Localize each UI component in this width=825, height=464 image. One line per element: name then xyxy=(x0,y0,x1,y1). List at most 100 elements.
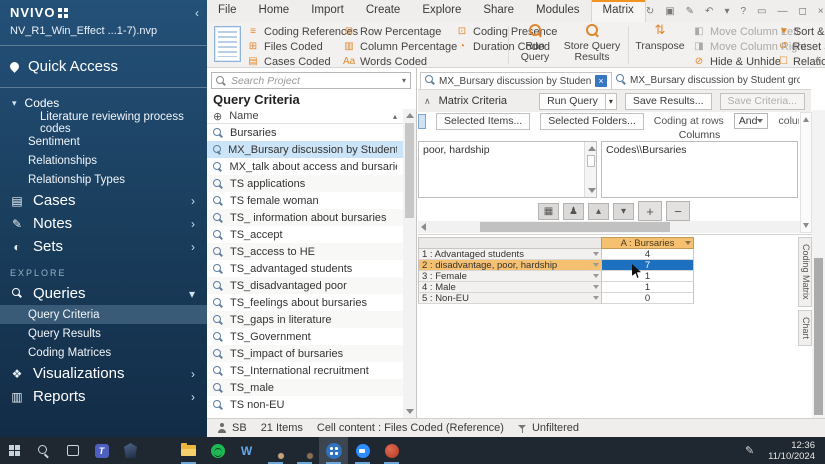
query-list-item[interactable]: TS_advantaged students xyxy=(207,260,403,277)
window-control-icon[interactable]: — xyxy=(777,6,787,17)
ribbon-toggle[interactable]: ▥ Column Percentage xyxy=(343,39,457,54)
document-tab[interactable]: MX_Bursary discussion by Student groups … xyxy=(420,72,612,89)
selected-items-button[interactable]: Selected Items... xyxy=(436,112,531,130)
taskbar-icon[interactable] xyxy=(87,437,116,464)
filter-icon[interactable] xyxy=(593,296,599,300)
save-results-button[interactable]: Save Results... xyxy=(624,92,712,110)
criteria-tool-button[interactable]: + xyxy=(638,201,662,221)
query-list-item[interactable]: TS_International recruitment xyxy=(207,362,403,379)
criteria-tool-button[interactable]: ▾ xyxy=(613,202,634,220)
scroll-left-icon[interactable] xyxy=(421,223,426,231)
sidebar-item-quick-access[interactable]: Quick Access xyxy=(0,46,207,88)
taskbar-icon[interactable] xyxy=(145,437,174,464)
ribbon-toggle[interactable]: ≡ Coding References xyxy=(247,24,358,39)
query-list-item[interactable]: TS_Government xyxy=(207,328,403,345)
query-list-item[interactable]: TS_ information about bursaries xyxy=(207,209,403,226)
sidebar-section-queries[interactable]: Queries ▾ xyxy=(0,282,207,305)
column-header-bursaries[interactable]: A : Bursaries xyxy=(601,237,694,249)
taskbar-icon[interactable] xyxy=(261,437,290,464)
view-tab[interactable]: Chart xyxy=(798,309,812,346)
query-list-item[interactable]: MX_Bursary discussion by Student groups xyxy=(207,141,403,158)
sidebar-item-codes[interactable]: ▾ Codes xyxy=(0,88,207,113)
ribbon-tab[interactable]: Share xyxy=(472,0,525,22)
filter-icon[interactable] xyxy=(685,241,691,245)
pen-workspace-icon[interactable]: ✎ xyxy=(745,444,754,457)
query-list-item[interactable]: TS non-EU xyxy=(207,396,403,413)
document-tab[interactable]: MX_Bursary discussion by Student groups … xyxy=(612,72,804,89)
row-header-cell[interactable]: 2 : disadvantage, poor, hardship xyxy=(418,260,601,271)
sidebar-section[interactable]: ▥ Reports › xyxy=(0,385,207,408)
row-header-cell[interactable]: 1 : Advantaged students xyxy=(418,249,601,260)
sidebar-section[interactable]: ✎ Notes › xyxy=(0,212,207,235)
criteria-tool-button[interactable]: ♟ xyxy=(563,202,584,220)
ribbon-toggle[interactable]: ▤ Cases Coded xyxy=(247,54,358,68)
sidebar-collapse-button[interactable]: ‹ xyxy=(195,6,199,20)
taskbar-icon[interactable] xyxy=(203,437,232,464)
query-list-item[interactable]: TS_accept xyxy=(207,226,403,243)
taskbar-icon[interactable] xyxy=(58,437,87,464)
taskbar-icon[interactable] xyxy=(0,437,29,464)
query-list-item[interactable]: TS_gaps in literature xyxy=(207,311,403,328)
selected-folders-button[interactable]: Selected Folders... xyxy=(540,112,644,130)
panel-scrollbar[interactable] xyxy=(812,110,825,418)
sidebar-subitem[interactable]: Query Results xyxy=(0,324,207,343)
filter-icon[interactable] xyxy=(593,274,599,278)
matrix-cell[interactable]: 4 xyxy=(601,249,694,260)
close-tab-icon[interactable]: × xyxy=(595,75,607,87)
query-list-item[interactable]: TS_disadvantaged poor xyxy=(207,277,403,294)
query-list-item[interactable]: TS_impact of bursaries xyxy=(207,345,403,362)
criteria-tool-button[interactable]: − xyxy=(666,201,690,221)
filter-icon[interactable] xyxy=(593,263,599,267)
transpose-button[interactable]: ⇅ Transpose xyxy=(632,23,688,52)
search-project-input[interactable]: Search Project ▾ xyxy=(211,72,411,89)
ribbon-tab[interactable]: Create xyxy=(355,0,412,22)
scroll-down-icon[interactable] xyxy=(588,188,596,193)
collapse-criteria-icon[interactable]: ∧ xyxy=(424,96,431,107)
query-list-item[interactable]: TS_access to HE xyxy=(207,243,403,260)
ribbon-toggle[interactable]: ⊞ Files Coded xyxy=(247,39,358,54)
row-header-cell[interactable]: 3 : Female xyxy=(418,271,601,282)
sidebar-subitem[interactable]: Query Criteria xyxy=(0,305,207,324)
scroll-thumb[interactable] xyxy=(480,222,670,232)
filter-icon[interactable] xyxy=(593,285,599,289)
criteria-tool-button[interactable]: ▦ xyxy=(538,202,559,220)
query-list-item[interactable]: Bursaries xyxy=(207,124,403,141)
row-header-cell[interactable]: 4 : Male xyxy=(418,282,601,293)
query-list-item[interactable]: TS applications xyxy=(207,175,403,192)
matrix-style-icon[interactable] xyxy=(214,26,241,62)
ribbon-tab[interactable]: Matrix xyxy=(590,0,646,22)
window-control-icon[interactable]: ↶ xyxy=(705,6,713,17)
scroll-thumb[interactable] xyxy=(814,258,823,415)
matrix-cell[interactable]: 1 xyxy=(601,271,694,282)
ribbon-tab[interactable]: Explore xyxy=(411,0,472,22)
window-control-icon[interactable]: ▾ xyxy=(724,6,729,17)
rows-list-scrollbar[interactable] xyxy=(584,142,596,197)
run-query-button[interactable]: Run Query xyxy=(539,92,606,110)
taskbar-icon[interactable] xyxy=(377,437,406,464)
scroll-up-icon[interactable] xyxy=(406,113,414,118)
filter-icon[interactable] xyxy=(593,252,599,256)
sidebar-subitem[interactable]: Relationships xyxy=(0,151,207,170)
name-column-header[interactable]: ⊕ Name ▴ xyxy=(207,109,403,124)
run-query-dropdown-icon[interactable]: ▾ xyxy=(605,92,617,110)
scroll-up-icon[interactable] xyxy=(588,146,596,151)
matrix-cell[interactable]: 0 xyxy=(601,293,694,304)
criteria-scrollbar[interactable] xyxy=(800,112,812,233)
window-control-icon[interactable]: ✎ xyxy=(686,6,694,17)
horizontal-scrollbar[interactable] xyxy=(418,221,808,233)
matrix-cell[interactable]: 1 xyxy=(601,282,694,293)
ribbon-tab[interactable]: File xyxy=(207,0,248,22)
columns-list[interactable]: Codes\\Bursaries xyxy=(601,141,798,198)
ribbon-button[interactable]: ↺ Reset Settings xyxy=(779,39,825,54)
ribbon-tab[interactable]: Import xyxy=(300,0,355,22)
sidebar-section[interactable]: ❖ Visualizations › xyxy=(0,362,207,385)
row-header-cell[interactable]: 5 : Non-EU xyxy=(418,293,601,304)
sidebar-subitem[interactable]: Coding Matrices xyxy=(0,343,207,362)
window-control-icon[interactable]: × xyxy=(818,6,824,17)
taskbar-icon[interactable] xyxy=(174,437,203,464)
ribbon-tab[interactable]: Modules xyxy=(525,0,590,22)
window-control-icon[interactable]: ▣ xyxy=(665,6,674,17)
taskbar-icon[interactable] xyxy=(116,437,145,464)
sidebar-subitem[interactable]: Literature reviewing process codes xyxy=(0,111,207,135)
scroll-thumb[interactable] xyxy=(587,155,595,167)
